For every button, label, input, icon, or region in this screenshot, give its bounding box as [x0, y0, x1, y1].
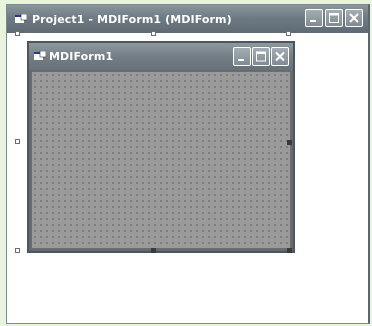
child-close-button[interactable] [271, 47, 289, 66]
maximize-icon [256, 51, 266, 62]
child-minimize-button[interactable] [233, 47, 251, 66]
form-design-grid[interactable] [31, 71, 291, 249]
resize-handle-middle-left[interactable] [15, 139, 20, 144]
mdi-child-form[interactable]: MDIForm1 [27, 41, 295, 253]
resize-handle-middle-right[interactable] [287, 140, 292, 145]
resize-handle-top-middle[interactable] [151, 31, 156, 36]
minimize-icon [310, 20, 316, 22]
child-form-title: MDIForm1 [49, 50, 114, 63]
form-icon [15, 14, 27, 23]
resize-handle-top-right[interactable] [286, 31, 291, 36]
close-icon [275, 51, 285, 62]
designer-window-title: Project1 - MDIForm1 (MDIForm) [32, 12, 232, 26]
designer-titlebar[interactable]: Project1 - MDIForm1 (MDIForm) [7, 5, 368, 33]
resize-handle-bottom-middle[interactable] [151, 248, 156, 253]
form-icon [34, 51, 46, 60]
designer-window-controls [305, 9, 363, 27]
maximize-icon [329, 13, 339, 23]
resize-handle-bottom-left[interactable] [15, 248, 20, 253]
mdi-designer-window: Project1 - MDIForm1 (MDIForm) MDIForm1 [6, 4, 370, 324]
child-form-controls [233, 47, 289, 66]
designer-close-button[interactable] [345, 9, 363, 27]
designer-minimize-button[interactable] [305, 9, 323, 27]
resize-handle-top-left[interactable] [15, 31, 20, 36]
designer-maximize-button[interactable] [325, 9, 343, 27]
child-form-titlebar[interactable]: MDIForm1 [29, 43, 293, 70]
child-maximize-button[interactable] [252, 47, 270, 66]
minimize-icon [238, 59, 244, 61]
close-icon [349, 13, 359, 23]
resize-handle-bottom-right[interactable] [287, 248, 292, 253]
